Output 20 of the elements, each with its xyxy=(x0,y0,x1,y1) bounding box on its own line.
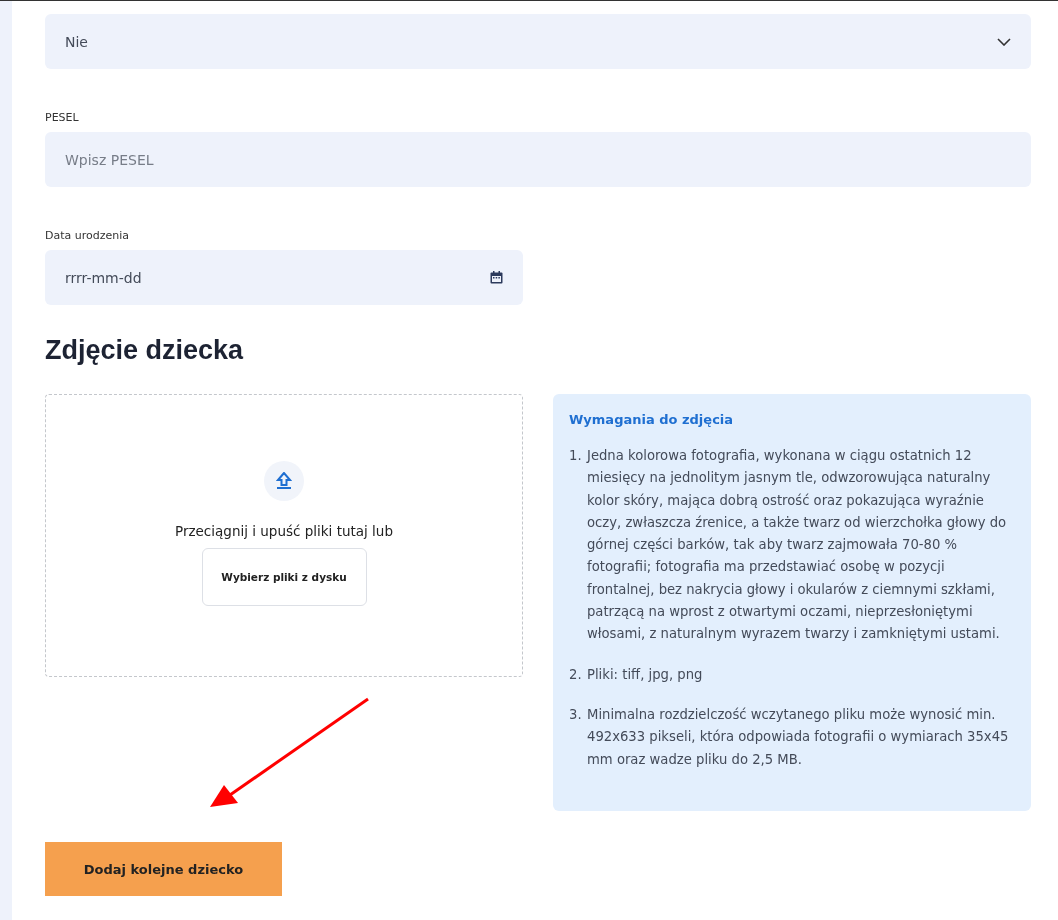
section-heading: Zdjęcie dziecka xyxy=(45,335,245,366)
field-label: Data urodzenia xyxy=(45,229,131,242)
upload-prompt: Przeciągnij i upuść pliki tutaj lub xyxy=(175,523,393,539)
input-field[interactable]: Wpisz PESEL xyxy=(45,132,1031,187)
list-number: 2. xyxy=(569,665,583,684)
select-field[interactable]: Nie xyxy=(45,14,1031,69)
list-number: 3. xyxy=(569,705,583,724)
chevron-down-icon xyxy=(997,37,1011,46)
field-label: PESEL xyxy=(45,111,80,124)
date-field[interactable]: rrrr-mm-dd xyxy=(45,250,523,305)
upload-icon xyxy=(264,461,304,501)
requirement-text: Jedna kolorowa fotografia, wykonana w ciągu ostatnich 12 miesięcy na jednolitym jasnym tle, odwzorowująca naturalny kolor skóry, mająca dobrą ostrość oraz pokazująca wyraźnie oczy, zwłaszcza źrenice, a także twarz od wierzchołka głowy do górnej części barków, tak aby twarz zajmowała 70-80 % fotografii; fotografia ma przedstawiać osobę w pozycji frontalnej, bez nakrycia głowy i okularów z ciemnymi szkłami, patrzącą na wprost z otwartymi oczami, nieprzesłoniętymi włosami, z naturalnym wyrazem twarzy i zamkniętymi ustami. xyxy=(587,447,1008,644)
requirement-text: Pliki: tiff, jpg, png xyxy=(587,665,703,684)
requirements-title: Wymagania do zdjęcia xyxy=(569,412,735,427)
upload-dropzone[interactable]: Przeciągnij i upuść pliki tutaj lub Wybierz pliki z dysku xyxy=(45,394,523,677)
calendar-icon xyxy=(490,271,503,284)
list-number: 1. xyxy=(569,447,583,465)
requirement-text: Minimalna rozdzielczość wczytanego pliku może wynosić min. 492x633 pikseli, która odpowiada fotografii o wymiarach 35x45 mm oraz wadze pliku do 2,5 MB. xyxy=(587,705,1010,769)
choose-files-button[interactable]: Wybierz pliki z dysku xyxy=(201,548,367,606)
add-child-button[interactable]: Dodaj kolejne dziecko xyxy=(45,842,282,896)
